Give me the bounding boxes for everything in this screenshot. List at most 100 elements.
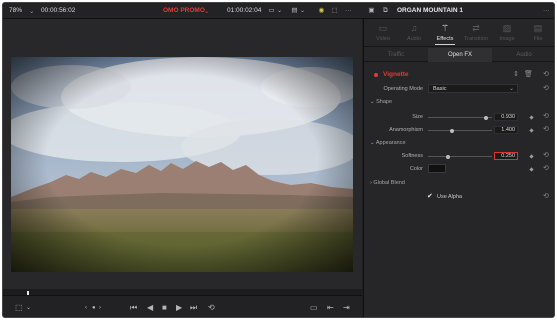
stop-icon[interactable]: ■	[162, 303, 167, 313]
jump-to-start-icon[interactable]: ⏮	[130, 303, 137, 313]
subtab-audio[interactable]: Audio	[492, 48, 554, 62]
anamorphism-slider-knob[interactable]	[450, 128, 454, 133]
effect-reorder-icon[interactable]: ⇕	[513, 70, 519, 78]
softness-row: Softness 0.250 ⟲	[364, 151, 554, 161]
anamorphism-value-field[interactable]: 1.400	[494, 126, 518, 134]
nudge-dot-icon[interactable]: ●	[92, 303, 96, 313]
loop-icon[interactable]: ⟲	[208, 303, 215, 313]
timeline-chevron-icon[interactable]: ⌄	[204, 7, 209, 15]
tab-audio[interactable]: ♫ Audio	[399, 22, 429, 42]
viewer-more-icon[interactable]: ···	[345, 7, 352, 14]
subtab-traffic[interactable]: Traffic	[364, 48, 428, 62]
resolve-window: 78% ⌄ 00:00:56:02 OMO PROMO ⌄ 01:00:02:0…	[2, 2, 555, 318]
play-icon[interactable]: ▶	[176, 303, 182, 313]
softness-slider[interactable]	[428, 154, 492, 159]
appearance-section-header[interactable]: ⌄ Appearance	[370, 140, 406, 146]
tab-label: Audio	[406, 36, 422, 42]
use-alpha-label: Use Alpha	[437, 194, 463, 200]
landscape-video-image	[11, 57, 353, 272]
step-back-icon[interactable]: ◀	[147, 303, 153, 313]
mark-out-icon[interactable]: ⇥	[343, 303, 350, 313]
nudge-right-icon[interactable]: ›	[99, 303, 101, 313]
inspector-tabs: ▭ Video ♫ Audio ⚚ Effects ⇄ Transition ▨…	[364, 19, 554, 47]
softness-label: Softness	[401, 153, 423, 159]
reset-size-icon[interactable]: ⟲	[543, 113, 549, 121]
size-row: Size 0.930 ⟲	[364, 112, 554, 122]
options-chevron-icon[interactable]: ⌄	[275, 7, 284, 15]
global-blend-section-header[interactable]: › Global Blend	[370, 180, 405, 186]
size-label: Size	[412, 114, 423, 120]
clip-layers-icon[interactable]: ⧉	[381, 7, 390, 15]
chevron-right-icon: ›	[370, 180, 372, 186]
video-icon: ▭	[378, 23, 388, 33]
tab-transition[interactable]: ⇄ Transition	[461, 22, 491, 42]
subtab-open-fx[interactable]: Open FX	[428, 48, 492, 62]
select-chevron-icon: ⌄	[508, 86, 514, 92]
transition-icon: ⇄	[472, 23, 480, 33]
softness-value-field[interactable]: 0.250	[494, 152, 518, 160]
tab-effects[interactable]: ⚚ Effects	[430, 22, 460, 45]
reset-effect-icon[interactable]: ⟲	[543, 71, 549, 79]
operating-mode-row: Operating Mode Basic ⌄ ⟲	[364, 84, 554, 94]
size-slider-knob[interactable]	[484, 115, 488, 120]
source-timecode: 00:00:56:02	[41, 7, 76, 14]
color-keyframe-icon[interactable]	[529, 167, 534, 172]
reset-use-alpha-icon[interactable]: ⟲	[543, 193, 549, 201]
shape-section-header[interactable]: ⌄ Shape	[370, 99, 392, 105]
anamorphism-label: Anamorphism	[389, 127, 423, 133]
reset-anamorphism-icon[interactable]: ⟲	[543, 126, 549, 134]
appearance-section-title: Appearance	[375, 140, 406, 146]
zoom-chevron-icon[interactable]: ⌄	[29, 7, 34, 15]
tab-label: Image	[499, 36, 515, 42]
tab-file[interactable]: ▤ File	[523, 22, 553, 42]
mark-in-icon[interactable]: ⇤	[327, 303, 334, 313]
shape-section-title: Shape	[376, 99, 393, 105]
softness-keyframe-icon[interactable]	[529, 154, 534, 159]
viewer-mode-chevron-icon[interactable]: ⌄	[26, 303, 31, 313]
effect-name: Vignette	[383, 71, 409, 78]
anamorphism-slider[interactable]	[428, 128, 492, 133]
color-row: Color ⟲	[364, 164, 554, 174]
music-note-icon: ♫	[410, 23, 418, 33]
effects-subtabs: Traffic Open FX Audio	[364, 48, 554, 62]
viewer-panel	[3, 19, 362, 299]
inspector-panel: ▭ Video ♫ Audio ⚚ Effects ⇄ Transition ▨…	[363, 19, 554, 317]
layout-chevron-icon[interactable]: ⌄	[298, 7, 307, 15]
operating-mode-select[interactable]: Basic ⌄	[428, 84, 518, 93]
size-value-field[interactable]: 0.930	[494, 113, 518, 121]
video-frame[interactable]	[11, 57, 353, 272]
use-alpha-checkbox[interactable]: ✔	[427, 192, 433, 200]
reset-softness-icon[interactable]: ⟲	[543, 152, 549, 160]
inspector-more-icon[interactable]: ···	[543, 7, 550, 14]
file-icon: ▤	[533, 23, 543, 33]
use-alpha-row: ✔ Use Alpha ⟲	[364, 192, 554, 202]
tab-image[interactable]: ▨ Image	[492, 22, 522, 42]
anamorphism-keyframe-icon[interactable]	[529, 128, 534, 133]
anamorphism-row: Anamorphism 1.400 ⟲	[364, 125, 554, 135]
magic-wand-icon: ⚚	[440, 23, 450, 33]
timeline-name[interactable]: OMO PROMO	[163, 7, 205, 14]
nudge-left-icon[interactable]: ‹	[85, 303, 87, 313]
match-frame-icon[interactable]: ▭	[310, 303, 318, 313]
delete-effect-icon[interactable]: 🗑	[524, 70, 533, 78]
inspector-panel-icon[interactable]: ▣	[367, 7, 376, 15]
color-swatch[interactable]	[428, 164, 446, 173]
reset-color-icon[interactable]: ⟲	[543, 165, 549, 173]
tab-label: File	[533, 36, 543, 42]
size-keyframe-icon[interactable]	[529, 115, 534, 120]
clip-name: ORGAN MOUNTAIN 1	[397, 7, 463, 14]
jump-to-end-icon[interactable]: ⏭	[190, 303, 197, 313]
zoom-level[interactable]: 78%	[9, 7, 22, 14]
size-slider[interactable]	[428, 115, 492, 120]
effect-enable-dot[interactable]	[374, 73, 378, 77]
tab-video[interactable]: ▭ Video	[368, 22, 398, 42]
softness-slider-knob[interactable]	[446, 154, 450, 159]
active-tab-underline	[435, 44, 455, 45]
tab-label: Video	[376, 36, 390, 42]
transform-tool-icon[interactable]: ⬚	[330, 7, 339, 15]
reset-operating-mode-icon[interactable]: ⟲	[543, 85, 549, 93]
viewer-mode-icon[interactable]: ⬚	[15, 303, 23, 313]
record-timecode: 01:00:02:04	[227, 7, 262, 14]
color-scope-icon[interactable]: ◉	[317, 7, 326, 15]
global-blend-section-title: Global Blend	[373, 180, 405, 186]
